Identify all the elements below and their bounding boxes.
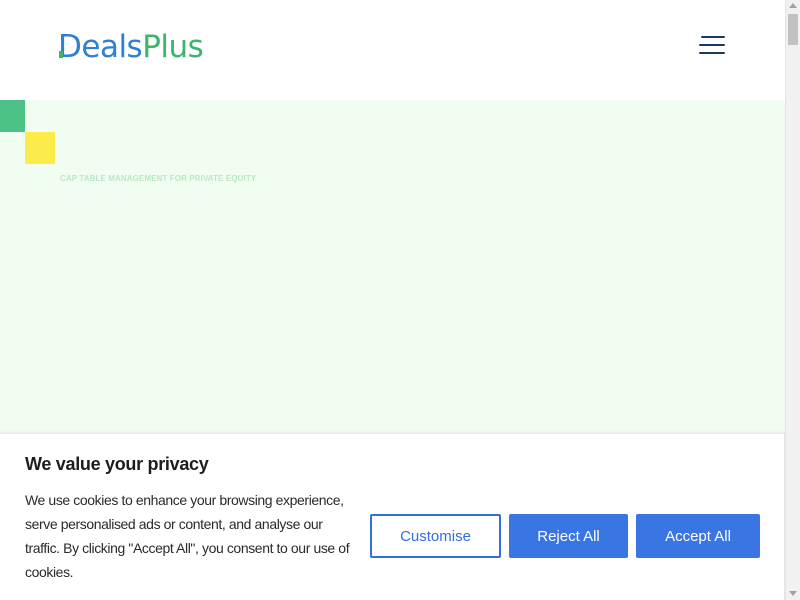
reject-all-button[interactable]: Reject All <box>509 514 628 558</box>
hamburger-menu-icon[interactable] <box>697 33 727 57</box>
hero-eyebrow: CAP TABLE MANAGEMENT FOR PRIVATE EQUITY <box>60 174 257 183</box>
logo-accent-mark <box>59 51 63 58</box>
cookie-banner-text: We use cookies to enhance your browsing … <box>25 492 350 580</box>
dealsplus-logo[interactable]: Deals Plus <box>58 27 204 67</box>
logo-text-plus: Plus <box>142 29 204 65</box>
vertical-scrollbar[interactable] <box>785 0 800 600</box>
menu-line-top <box>701 36 725 38</box>
menu-line-bottom <box>699 52 725 54</box>
page: Deals Plus CAP TABLE MANAGEMENT FOR PRIV… <box>0 0 785 600</box>
cookie-consent-banner: We value your privacy We use cookies to … <box>0 433 785 600</box>
menu-line-middle <box>699 44 725 46</box>
scrollbar-thumb[interactable] <box>788 14 798 45</box>
site-header: Deals Plus <box>0 0 785 100</box>
accept-all-button[interactable]: Accept All <box>636 514 760 558</box>
logo-text-deals: Deals <box>58 29 143 65</box>
customise-button[interactable]: Customise <box>370 514 501 558</box>
scroll-up-arrow-icon[interactable] <box>789 3 797 8</box>
decorative-green-square <box>0 100 25 132</box>
decorative-yellow-square <box>25 132 55 164</box>
cookie-banner-title: We value your privacy <box>25 454 209 474</box>
scroll-down-arrow-icon[interactable] <box>789 591 797 596</box>
logo-wordmark-deals: Deals <box>58 29 143 65</box>
